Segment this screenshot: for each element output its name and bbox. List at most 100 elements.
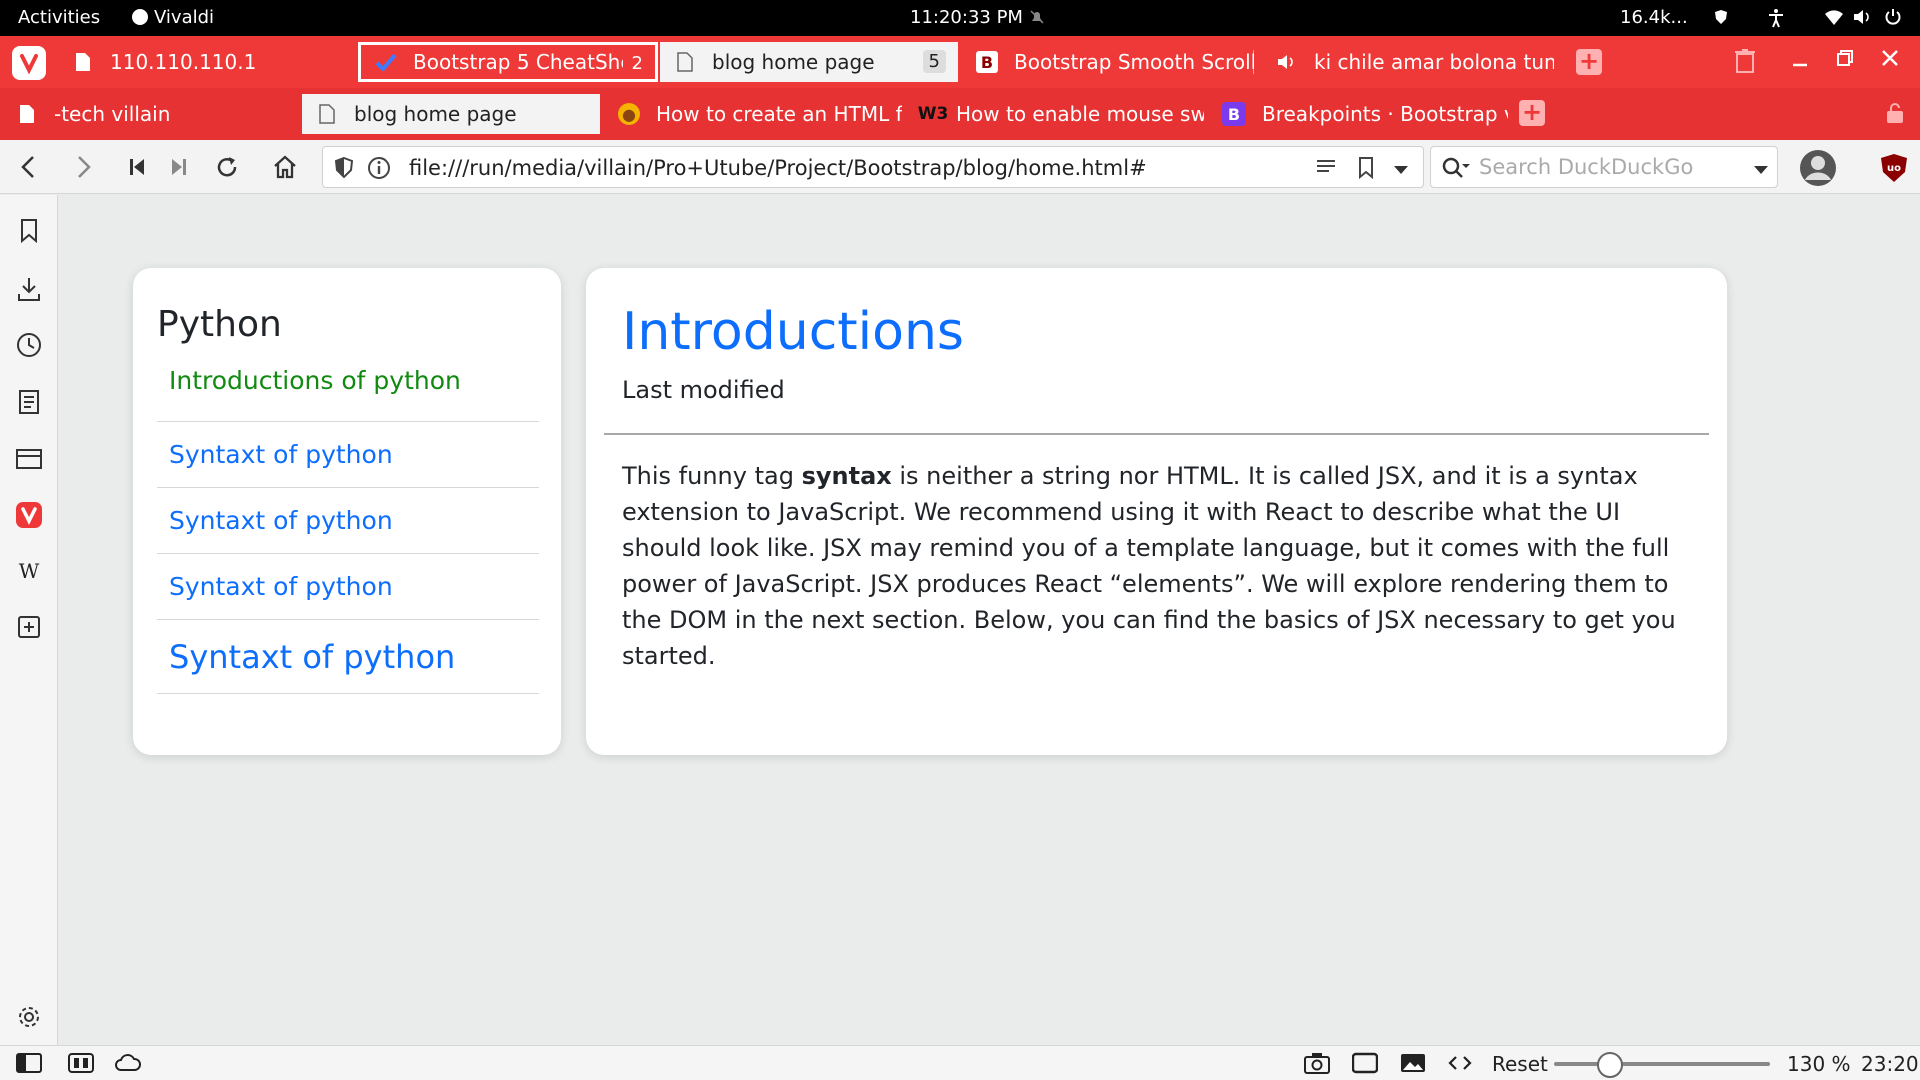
side-panel: W — [0, 195, 58, 1045]
back-icon[interactable] — [14, 152, 44, 182]
app-menu[interactable]: Vivaldi — [154, 7, 214, 28]
topic-link-syntax[interactable]: Syntaxt of python — [169, 440, 393, 469]
vivaldi-web-panel-icon[interactable] — [15, 501, 43, 529]
zoom-level: 130 % — [1787, 1052, 1851, 1076]
history-panel-icon[interactable] — [15, 331, 43, 359]
topic-link-introductions[interactable]: Introductions of python — [169, 366, 461, 395]
list-item: Syntaxt of python — [157, 554, 539, 620]
window-panel-icon[interactable] — [15, 445, 43, 473]
site-info-icon[interactable] — [367, 156, 391, 184]
article-card: Introductions Last modified This funny t… — [586, 268, 1727, 755]
tab-breakpoints-bootstrap[interactable]: B Breakpoints · Bootstrap v5 — [1208, 94, 1508, 134]
sync-cloud-icon[interactable] — [114, 1052, 141, 1074]
new-tab-button[interactable]: + — [1576, 49, 1602, 75]
search-dropdown-icon[interactable] — [1753, 161, 1769, 180]
status-clock: 23:20 — [1861, 1052, 1919, 1076]
trash-icon[interactable] — [1734, 48, 1756, 78]
settings-gear-icon[interactable] — [15, 1003, 43, 1031]
tab-how-to-create-html[interactable]: ● How to create an HTML fo — [604, 94, 902, 134]
b-icon: B — [976, 51, 998, 73]
tab-bootstrap-cheatsheet[interactable]: Bootstrap 5 CheatShe 2 — [358, 42, 658, 82]
rewind-icon[interactable] — [122, 152, 152, 182]
speaker-icon[interactable] — [1276, 51, 1298, 73]
ublock-extension-icon[interactable]: uo — [1880, 153, 1908, 187]
bold-term: syntax — [801, 462, 892, 490]
list-item: Syntaxt of python — [157, 422, 539, 488]
page-actions-icon[interactable] — [1448, 1052, 1472, 1074]
sidebar-card: Python Introductions of python Syntaxt o… — [133, 268, 561, 755]
restore-icon[interactable] — [1836, 48, 1854, 73]
network-speed: 16.4k... — [1620, 7, 1688, 28]
tab-bar-row-1: 110.110.110.1 Bootstrap 5 CheatShe 2 blo… — [0, 36, 1920, 88]
checkmark-icon — [375, 51, 397, 73]
zoom-reset-button[interactable]: Reset — [1492, 1052, 1548, 1076]
tab-blog-home-page[interactable]: blog home page — [302, 94, 600, 134]
zoom-slider-track[interactable] — [1554, 1062, 1770, 1066]
bookmarks-panel-icon[interactable] — [15, 217, 43, 245]
address-dropdown-icon[interactable] — [1393, 161, 1409, 180]
screenshot-camera-icon[interactable] — [1304, 1052, 1330, 1074]
status-bar: Reset 130 % 23:20 — [0, 1045, 1920, 1080]
tab-tech-villain[interactable]: -tech villain — [2, 94, 300, 134]
profile-avatar-icon[interactable] — [1799, 149, 1837, 191]
tab-blog-home-page-stack[interactable]: blog home page 5 — [660, 42, 958, 82]
volume-icon[interactable] — [1852, 8, 1872, 28]
accessibility-icon[interactable] — [1766, 8, 1786, 28]
reader-view-icon[interactable] — [1315, 157, 1337, 181]
list-item: Introductions of python — [157, 366, 539, 422]
power-icon[interactable] — [1884, 8, 1904, 28]
article-body: This funny tag syntax is neither a strin… — [622, 462, 1676, 670]
svg-text:W: W — [19, 559, 40, 583]
gfg-icon: ● — [618, 103, 640, 125]
list-item: Syntaxt of python — [157, 488, 539, 554]
toggle-panel-icon[interactable] — [16, 1052, 42, 1074]
tab-bar-row-2: -tech villain blog home page ● How to cr… — [0, 88, 1920, 140]
page-icon — [674, 51, 696, 73]
web-page-viewport: Python Introductions of python Syntaxt o… — [59, 195, 1920, 1045]
bookmark-page-icon[interactable] — [1357, 156, 1375, 184]
address-field[interactable]: file:///run/media/villain/Pro+Utube/Proj… — [322, 146, 1424, 188]
topic-link-syntax[interactable]: Syntaxt of python — [169, 572, 393, 601]
page-tiling-icon[interactable] — [1351, 1052, 1379, 1074]
svg-text:uo: uo — [1887, 163, 1901, 174]
vivaldi-menu-button[interactable] — [12, 46, 46, 80]
shield-icon[interactable] — [333, 156, 355, 184]
reload-icon[interactable] — [212, 152, 242, 182]
list-item: Syntaxt of python — [157, 620, 539, 694]
downloads-panel-icon[interactable] — [15, 275, 43, 303]
home-icon[interactable] — [270, 152, 300, 182]
w3-icon: W3 — [917, 104, 949, 124]
search-engine-icon[interactable] — [1441, 156, 1471, 184]
notes-panel-icon[interactable] — [15, 388, 43, 416]
clock[interactable]: 11:20:33 PM — [910, 7, 1023, 28]
notifications-muted-icon — [1028, 8, 1048, 28]
tab-how-to-enable-mouse[interactable]: W3 How to enable mouse swi — [904, 94, 1204, 134]
new-tab-in-stack-button[interactable]: + — [1519, 100, 1545, 126]
lock-icon[interactable] — [1884, 102, 1906, 128]
forward-icon[interactable] — [68, 152, 98, 182]
wifi-icon[interactable] — [1824, 8, 1844, 28]
search-input[interactable] — [1479, 155, 1739, 179]
fast-forward-icon[interactable] — [164, 152, 194, 182]
add-web-panel-icon[interactable] — [15, 613, 43, 641]
topic-link-syntax[interactable]: Syntaxt of python — [169, 506, 393, 535]
zoom-slider-handle[interactable] — [1597, 1052, 1623, 1078]
tab-bootstrap-smooth-scroll[interactable]: B Bootstrap Smooth Scroll — [962, 42, 1260, 82]
topic-link-syntax-hovered[interactable]: Syntaxt of python — [169, 638, 455, 676]
tab-ki-chile-amar[interactable]: ki chile amar bolona tumi — [1262, 42, 1558, 82]
search-box[interactable] — [1430, 146, 1778, 188]
page-icon — [316, 103, 338, 125]
url-text[interactable]: file:///run/media/villain/Pro+Utube/Proj… — [409, 156, 1147, 180]
wikipedia-panel-icon[interactable]: W — [15, 557, 43, 585]
tab-tiling-icon[interactable] — [68, 1052, 94, 1074]
page-icon — [16, 103, 38, 125]
topic-list: Introductions of python Syntaxt of pytho… — [157, 366, 539, 694]
sidebar-card-title: Python — [157, 304, 282, 345]
minimize-icon[interactable] — [1791, 50, 1809, 75]
tab-110-110-110-1[interactable]: 110.110.110.1 — [58, 42, 358, 82]
close-window-icon[interactable] — [1881, 48, 1899, 73]
images-toggle-icon[interactable] — [1400, 1052, 1425, 1074]
system-top-bar: Activities Vivaldi 11:20:33 PM 16.4k... — [0, 0, 1920, 36]
article-title: Introductions — [622, 302, 964, 362]
activities-button[interactable]: Activities — [18, 7, 100, 28]
